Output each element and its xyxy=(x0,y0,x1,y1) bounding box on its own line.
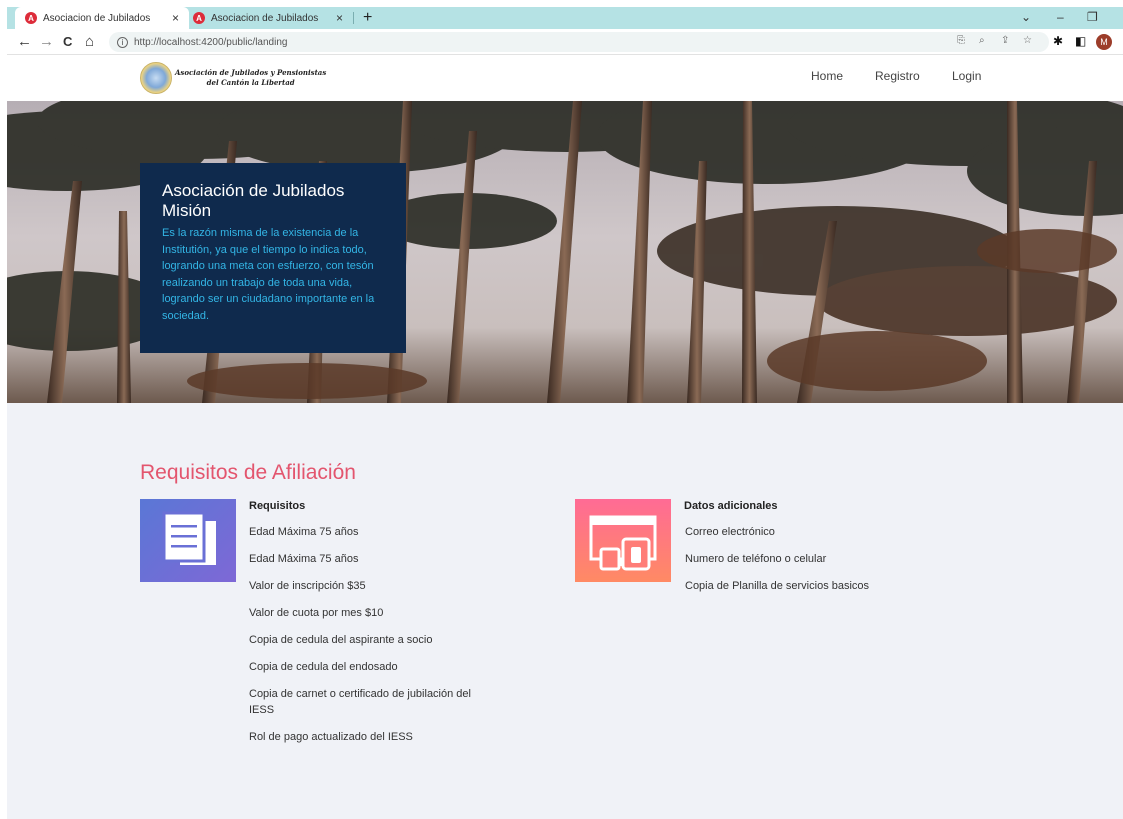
requirements-tile xyxy=(140,499,236,582)
additional-data-list: Correo electrónico Numero de teléfono o c… xyxy=(685,524,945,605)
list-item: Correo electrónico xyxy=(685,526,775,538)
new-tab-button[interactable]: + xyxy=(363,9,372,27)
home-icon[interactable]: ⌂ xyxy=(85,33,94,51)
url-text: http://localhost:4200/public/landing xyxy=(134,36,288,48)
list-item: Copia de cedula del endosado xyxy=(249,661,398,673)
additional-data-tile xyxy=(575,499,671,582)
association-logo-text[interactable]: Asociación de Jubilados y Pensionistas d… xyxy=(175,68,326,88)
nav-login-link[interactable]: Login xyxy=(952,69,981,83)
star-icon[interactable]: ☆ xyxy=(1023,35,1032,46)
additional-data-column-title: Datos adicionales xyxy=(684,500,778,512)
nav-home-link[interactable]: Home xyxy=(811,69,843,83)
requirements-heading: Requisitos de Afiliación xyxy=(140,461,356,484)
tab-separator xyxy=(353,12,354,24)
document-icon xyxy=(162,511,216,565)
angular-favicon-icon: A xyxy=(193,12,205,24)
list-item: Copia de Planilla de servicios basicos xyxy=(685,580,870,592)
extensions-icon[interactable]: ✱ xyxy=(1053,34,1063,48)
list-item: Copia de carnet o certificado de jubilac… xyxy=(249,688,471,716)
forward-icon[interactable]: → xyxy=(39,33,54,51)
logo-line-2: del Cantón la Libertad xyxy=(206,78,295,87)
info-icon[interactable]: i xyxy=(117,36,128,48)
translate-icon[interactable]: ⎘ xyxy=(957,35,965,46)
logo-line-1: Asociación de Jubilados y Pensionistas xyxy=(175,68,327,77)
mission-card: Asociación de Jubilados Misión Es la raz… xyxy=(140,163,406,353)
angular-favicon-icon: A xyxy=(25,12,37,24)
requirements-column-title: Requisitos xyxy=(249,500,306,512)
list-item: Valor de inscripción $35 xyxy=(249,580,366,592)
reload-icon[interactable]: C xyxy=(63,33,72,51)
list-item: Edad Máxima 75 años xyxy=(249,526,359,538)
hero-banner: Asociación de Jubilados Misión Es la raz… xyxy=(7,101,1123,403)
browser-toolbar: ← → C ⌂ i http://localhost:4200/public/l… xyxy=(7,29,1123,55)
mission-card-subtitle: Misión xyxy=(162,201,212,220)
site-navbar: Asociación de Jubilados y Pensionistas d… xyxy=(7,55,1123,101)
back-icon[interactable]: ← xyxy=(17,33,32,51)
list-item: Valor de cuota por mes $10 xyxy=(249,607,384,619)
mission-card-title: Asociación de Jubilados xyxy=(162,181,345,200)
requirements-section: Requisitos de Afiliación Requisitos Edad… xyxy=(7,403,1123,819)
restore-icon[interactable]: ❐ xyxy=(1087,10,1098,24)
close-tab-icon[interactable]: × xyxy=(172,11,179,25)
devices-icon xyxy=(589,515,657,571)
address-bar[interactable]: i http://localhost:4200/public/landing xyxy=(109,32,1049,52)
browser-tab-1[interactable]: A Asociacion de Jubilados × xyxy=(15,7,189,29)
list-item: Numero de teléfono o celular xyxy=(685,553,827,565)
association-logo-icon[interactable] xyxy=(140,62,172,94)
zoom-icon[interactable]: ⌕ xyxy=(979,35,985,46)
tab-title: Asociacion de Jubilados xyxy=(211,12,319,24)
share-icon[interactable]: ⇪ xyxy=(1001,35,1009,46)
browser-tab-2[interactable]: A Asociacion de Jubilados × xyxy=(189,7,353,29)
profile-avatar[interactable]: M xyxy=(1096,34,1112,50)
requirements-list: Edad Máxima 75 años Edad Máxima 75 años Va… xyxy=(249,524,489,756)
nav-registro-link[interactable]: Registro xyxy=(875,69,920,83)
mission-card-text: Es la razón misma de la existencia de la… xyxy=(162,227,375,322)
browser-tabstrip: A Asociacion de Jubilados × A Asociacion… xyxy=(7,7,1123,29)
close-tab-icon[interactable]: × xyxy=(336,11,343,25)
minimize-icon[interactable]: – xyxy=(1057,10,1064,24)
list-item: Edad Máxima 75 años xyxy=(249,553,359,565)
tab-title: Asociacion de Jubilados xyxy=(43,12,151,24)
sidepanel-icon[interactable]: ◧ xyxy=(1075,34,1086,48)
list-item: Copia de cedula del aspirante a socio xyxy=(249,634,433,646)
tab-search-chevron-icon[interactable]: ⌄ xyxy=(1021,10,1031,24)
list-item: Rol de pago actualizado del IESS xyxy=(249,731,413,743)
